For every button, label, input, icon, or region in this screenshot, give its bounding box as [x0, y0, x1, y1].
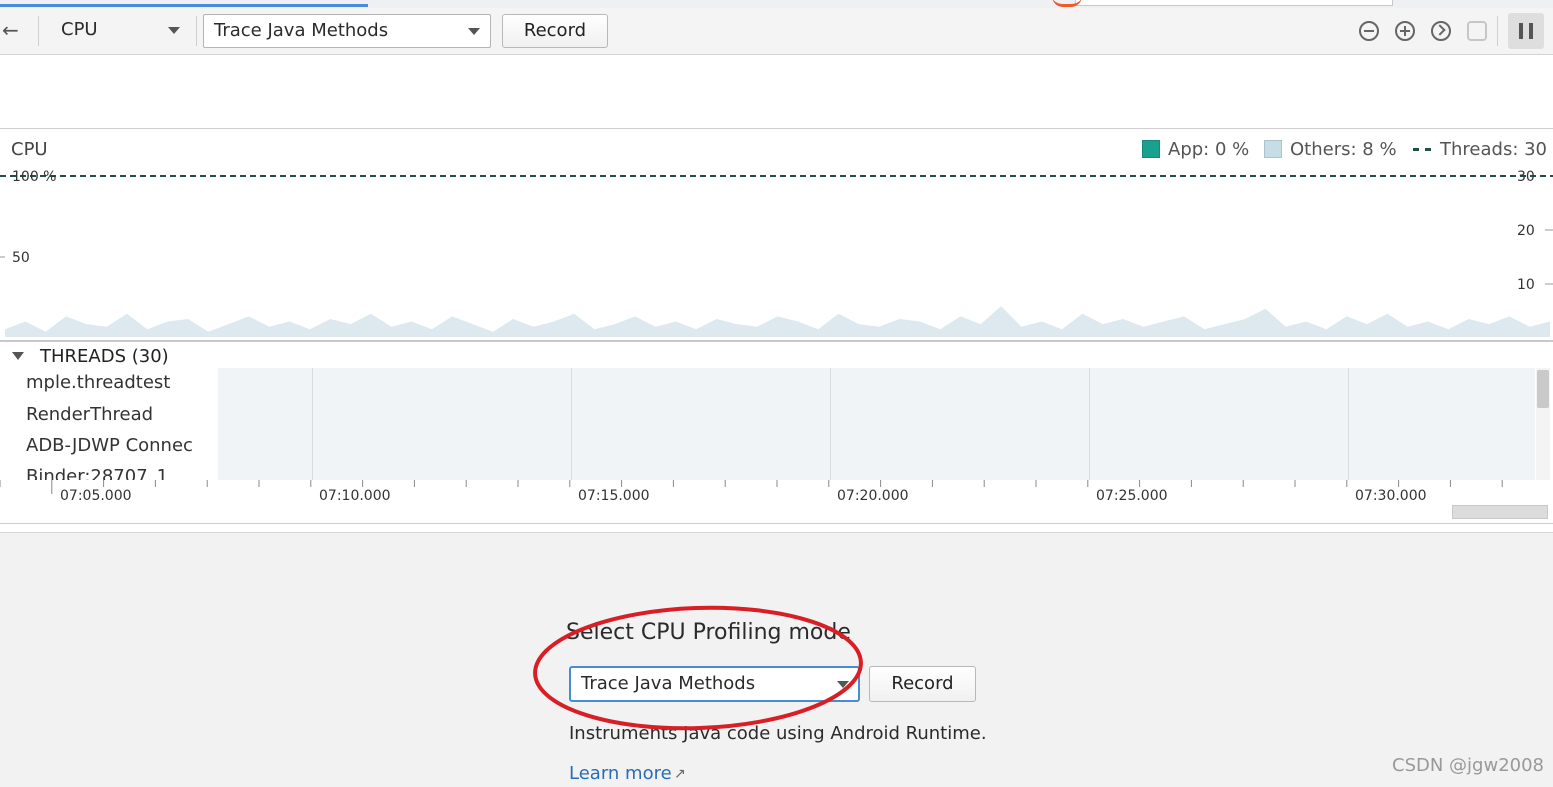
- time-axis-label: 07:05.000: [60, 488, 132, 504]
- profiling-mode-dropdown[interactable]: Trace Java Methods: [569, 666, 860, 702]
- time-axis-label: 07:25.000: [1096, 488, 1168, 504]
- pause-icon-bar: [1529, 23, 1533, 39]
- threads-section: THREADS (30) mple.threadtest RenderThrea…: [0, 342, 1553, 522]
- legend-app: App: 0 %: [1168, 139, 1250, 160]
- grid-line: [830, 368, 831, 480]
- grid-line: [312, 368, 313, 480]
- thread-name[interactable]: Binder:28707_1: [26, 466, 168, 480]
- record-button[interactable]: Record: [869, 666, 976, 702]
- pause-button[interactable]: [1508, 13, 1544, 49]
- zoom-in-icon[interactable]: [1395, 21, 1415, 41]
- chevron-down-icon: [468, 28, 480, 35]
- time-axis-label: 07:30.000: [1355, 488, 1427, 504]
- thread-activity-track[interactable]: [218, 368, 1535, 480]
- threads-header[interactable]: THREADS (30): [40, 346, 169, 367]
- thread-name[interactable]: ADB-JDWP Connec: [26, 435, 193, 456]
- legend-others: Others: 8 %: [1290, 139, 1397, 160]
- back-arrow-icon[interactable]: ←: [2, 20, 24, 40]
- divider: [0, 523, 1553, 524]
- time-axis-label: 07:20.000: [837, 488, 909, 504]
- toolbar-separator: [1497, 16, 1498, 46]
- others-area-series: [5, 306, 1550, 337]
- thread-list: mple.threadtest RenderThread ADB-JDWP Co…: [0, 368, 218, 480]
- chevron-down-icon: [168, 27, 180, 34]
- search-field-edge[interactable]: [1075, 0, 1393, 6]
- grid-line: [1348, 368, 1349, 480]
- profiling-mode-title: Select CPU Profiling mode: [566, 620, 851, 645]
- cpu-usage-chart[interactable]: CPU App: 0 % Others: 8 % Threads: 30 100…: [0, 129, 1553, 342]
- toolbar-profiling-mode-dropdown[interactable]: Trace Java Methods: [203, 14, 491, 48]
- learn-more-link[interactable]: Learn more: [569, 763, 672, 784]
- cpu-chart-svg: [0, 175, 1553, 337]
- y-axis-right-label-20: 20: [1517, 223, 1535, 239]
- pause-icon-bar: [1519, 23, 1523, 39]
- record-button-label: Record: [891, 673, 954, 694]
- session-progress-bar: [0, 4, 368, 7]
- y-axis-label-50: 50: [12, 250, 30, 266]
- profiler-toolbar: ← CPU Trace Java Methods Record: [0, 8, 1553, 55]
- grid-line: [571, 368, 572, 480]
- y-axis-right-label-30: 30: [1517, 169, 1535, 185]
- profiling-mode-value: Trace Java Methods: [581, 673, 756, 694]
- profiler-selector-label: CPU: [61, 19, 98, 40]
- toolbar-record-button[interactable]: Record: [502, 14, 608, 48]
- external-link-icon[interactable]: ↗: [674, 766, 686, 782]
- profiler-selector[interactable]: CPU: [50, 14, 190, 46]
- watermark: CSDN @jgw2008: [1392, 755, 1544, 776]
- time-axis-label: 07:15.000: [578, 488, 650, 504]
- threads-vertical-scrollbar[interactable]: [1536, 368, 1550, 480]
- legend-threads-swatch: [1413, 148, 1431, 151]
- grid-line: [1089, 368, 1090, 480]
- cpu-chart-title: CPU: [11, 139, 48, 160]
- profiling-mode-description: Instruments Java code using Android Runt…: [569, 723, 987, 744]
- event-timeline-area: [0, 55, 1553, 129]
- y-axis-label-100: 100 %: [12, 169, 57, 185]
- toolbar-separator: [38, 16, 39, 46]
- reset-zoom-icon[interactable]: [1431, 21, 1451, 41]
- scrollbar-thumb[interactable]: [1537, 370, 1549, 408]
- chevron-down-icon: [837, 681, 849, 688]
- legend-others-swatch: [1264, 140, 1282, 158]
- thread-name[interactable]: RenderThread: [26, 404, 153, 425]
- zoom-to-selection-icon: [1467, 21, 1487, 41]
- cpu-profiling-mode-panel: Select CPU Profiling mode Trace Java Met…: [0, 533, 1553, 787]
- timeline-horizontal-scrollbar[interactable]: [1452, 505, 1548, 519]
- thread-name[interactable]: mple.threadtest: [26, 372, 170, 393]
- toolbar-profiling-mode-value: Trace Java Methods: [214, 20, 389, 41]
- legend-threads: Threads: 30: [1440, 139, 1548, 160]
- zoom-out-icon[interactable]: [1359, 21, 1379, 41]
- time-axis-label: 07:10.000: [319, 488, 391, 504]
- time-axis-ticks: [0, 480, 1503, 494]
- collapse-triangle-icon[interactable]: [12, 352, 24, 360]
- legend-app-swatch: [1142, 140, 1160, 158]
- toolbar-separator: [196, 16, 197, 46]
- y-axis-right-label-10: 10: [1517, 277, 1535, 293]
- top-strip: [0, 0, 1553, 8]
- toolbar-record-label: Record: [523, 20, 587, 41]
